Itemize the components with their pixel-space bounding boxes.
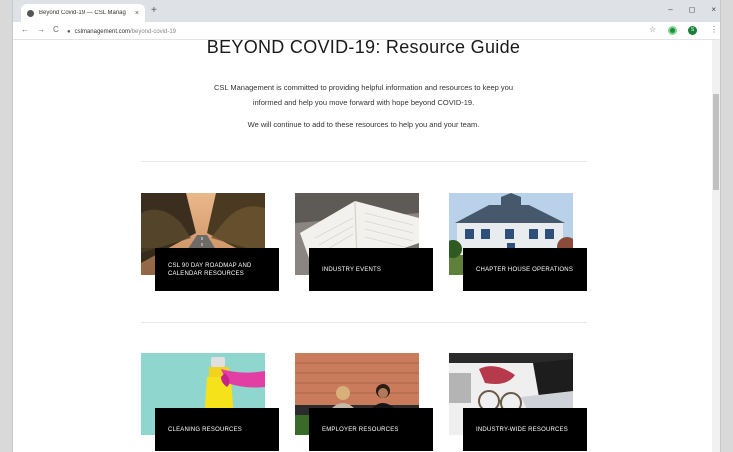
page-title: BEYOND COVID-19: Resource Guide	[206, 40, 521, 57]
card-label: CSL 90 DAY ROADMAP AND CALENDAR RESOURCE…	[155, 248, 279, 291]
resource-card-industry-events[interactable]: INDUSTRY EVENTS	[295, 193, 433, 293]
url-domain: cslmanagement.com	[74, 28, 130, 35]
window-controls: – ◻ ×	[668, 5, 716, 14]
address-bar: ← → C ● cslmanagement.com/beyond-covid-1…	[13, 22, 720, 40]
back-arrow-icon[interactable]: ←	[21, 25, 29, 34]
page-content: BEYOND COVID-19: Resource Guide CSL Mana…	[13, 40, 714, 452]
divider	[141, 161, 587, 162]
resource-card-industry-wide[interactable]: INDUSTRY-WIDE RESOURCES	[449, 353, 587, 452]
intro-note: We will continue to add to these resourc…	[247, 120, 480, 129]
divider	[141, 322, 587, 323]
favicon-icon	[27, 9, 34, 17]
forward-arrow-icon[interactable]: →	[37, 25, 45, 34]
url-path: /beyond-covid-19	[129, 28, 177, 35]
tab-close-icon[interactable]: ×	[135, 10, 139, 17]
card-label: EMPLOYER RESOURCES	[309, 408, 433, 451]
browser-window: Beyond Covid-19 — CSL Manag × + – ◻ × ← …	[12, 0, 721, 452]
profile-avatar[interactable]: S	[688, 26, 697, 35]
resource-card-cleaning[interactable]: CLEANING RESOURCES	[141, 353, 279, 452]
resource-card-chapter-house[interactable]: CHAPTER HOUSE OPERATIONS	[449, 193, 587, 293]
reload-icon[interactable]: C	[53, 25, 59, 34]
resource-card-employer[interactable]: EMPLOYER RESOURCES	[295, 353, 433, 452]
bookmark-star-icon[interactable]: ☆	[649, 25, 656, 34]
extension-icon[interactable]	[668, 26, 677, 35]
scrollbar-thumb[interactable]	[713, 94, 719, 190]
lock-icon: ●	[67, 28, 71, 35]
tab-strip: Beyond Covid-19 — CSL Manag × + – ◻ ×	[13, 0, 720, 22]
url-field[interactable]: ● cslmanagement.com/beyond-covid-19	[67, 25, 643, 38]
resource-card-roadmap[interactable]: CSL 90 DAY ROADMAP AND CALENDAR RESOURCE…	[141, 193, 279, 293]
card-label: INDUSTRY-WIDE RESOURCES	[463, 408, 587, 451]
intro-line-1: CSL Management is committed to providing…	[213, 83, 514, 92]
browser-tab[interactable]: Beyond Covid-19 — CSL Manag ×	[21, 4, 145, 22]
card-label: INDUSTRY EVENTS	[309, 248, 433, 291]
intro-paragraph: CSL Management is committed to providing…	[153, 80, 574, 110]
tab-title: Beyond Covid-19 — CSL Manag	[39, 10, 126, 16]
intro-line-2: informed and help you move forward with …	[252, 98, 475, 107]
menu-dots-icon[interactable]: ⋮	[710, 25, 718, 34]
close-window-button[interactable]: ×	[711, 5, 716, 14]
new-tab-button[interactable]: +	[151, 5, 157, 16]
card-label: CHAPTER HOUSE OPERATIONS	[463, 248, 587, 291]
maximize-button[interactable]: ◻	[689, 5, 696, 14]
page-scrollbar[interactable]	[712, 40, 720, 452]
minimize-button[interactable]: –	[668, 5, 672, 14]
card-label: CLEANING RESOURCES	[155, 408, 279, 451]
